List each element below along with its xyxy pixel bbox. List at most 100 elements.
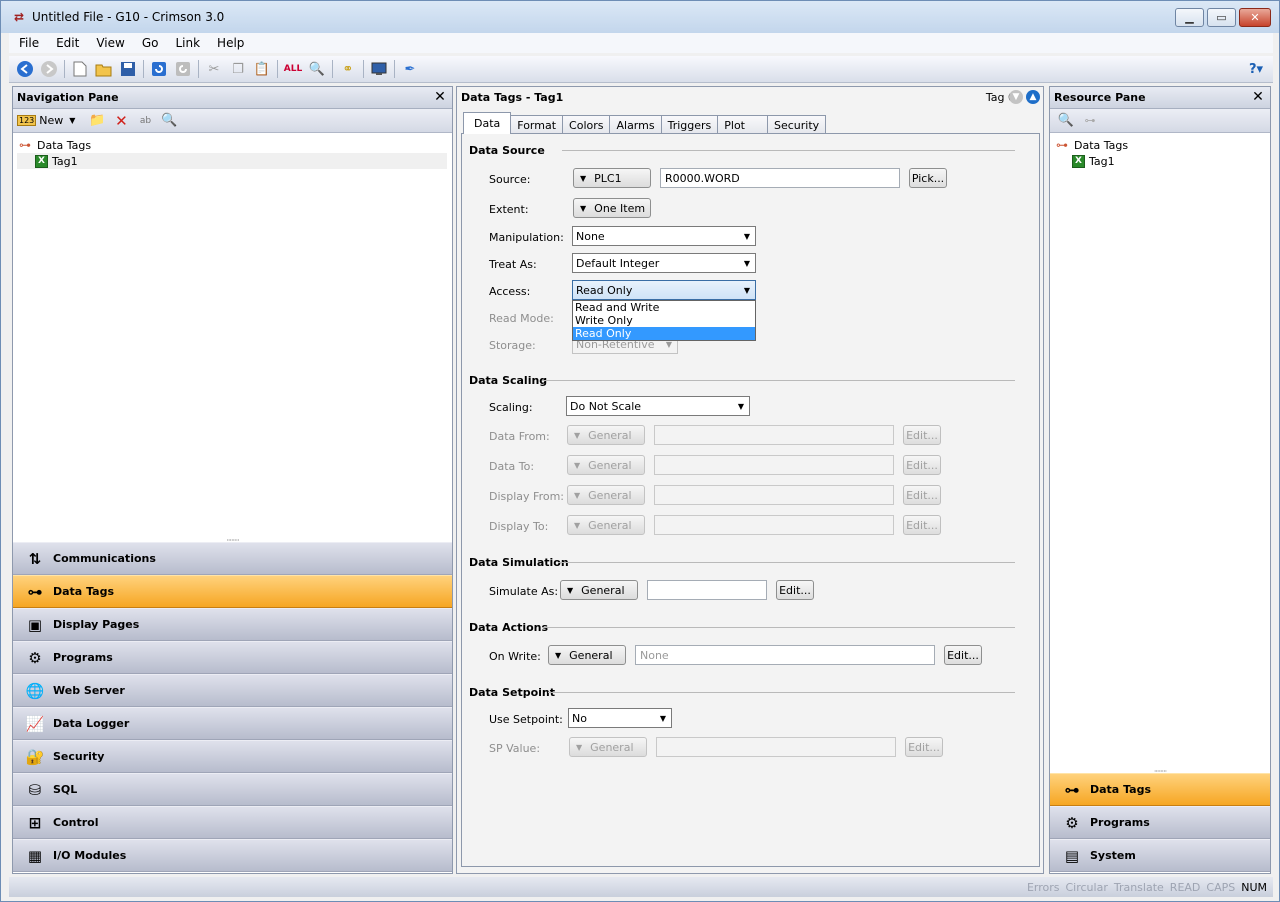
tree-item-data-tags[interactable]: ⊶ Data Tags bbox=[1054, 137, 1128, 153]
tab-data[interactable]: Data bbox=[463, 112, 512, 134]
data-from-field[interactable] bbox=[654, 425, 894, 445]
sp-value-type-button[interactable]: ▼ General bbox=[569, 737, 647, 757]
data-from-type-button[interactable]: ▼ General bbox=[567, 425, 645, 445]
chevron-down-icon: ▼ bbox=[743, 285, 751, 295]
treat-as-select[interactable]: Default Integer ▼ bbox=[572, 253, 756, 273]
access-option-read-write[interactable]: Read and Write bbox=[573, 301, 755, 314]
display-from-type-button[interactable]: ▼ General bbox=[567, 485, 645, 505]
simulate-as-field[interactable] bbox=[647, 580, 767, 600]
tree-item-tag1[interactable]: X Tag1 bbox=[17, 153, 447, 169]
menu-link[interactable]: Link bbox=[165, 36, 207, 50]
data-from-edit-button[interactable]: Edit... bbox=[903, 425, 941, 445]
category-programs[interactable]: ⚙ Programs bbox=[13, 641, 452, 674]
maximize-button[interactable]: ▭ bbox=[1207, 8, 1236, 27]
sp-value-edit-button[interactable]: Edit... bbox=[905, 737, 943, 757]
new-tag-icon: 123 bbox=[17, 115, 37, 126]
paste-icon[interactable]: 📋 bbox=[251, 58, 273, 80]
tab-colors[interactable]: Colors bbox=[562, 115, 611, 134]
link-icon[interactable]: ⚭ bbox=[337, 58, 359, 80]
category-data-tags[interactable]: ⊶ Data Tags bbox=[13, 575, 452, 608]
back-icon[interactable] bbox=[14, 58, 36, 80]
on-write-field[interactable]: None bbox=[635, 645, 935, 665]
find-icon[interactable]: 🔍 bbox=[306, 58, 328, 80]
access-dropdown-list: Read and Write Write Only Read Only bbox=[572, 300, 756, 341]
tab-format[interactable]: Format bbox=[510, 115, 564, 134]
close-window-button[interactable]: ✕ bbox=[1239, 8, 1271, 27]
menu-help[interactable]: Help bbox=[207, 36, 251, 50]
previous-tag-icon[interactable]: ▼ bbox=[1009, 90, 1023, 104]
search-icon[interactable]: 🔍 bbox=[1055, 110, 1077, 132]
cut-icon[interactable]: ✂ bbox=[203, 58, 225, 80]
simulate-edit-button[interactable]: Edit... bbox=[776, 580, 814, 600]
new-button[interactable]: 123 New ▼ bbox=[17, 114, 75, 127]
display-icon[interactable] bbox=[368, 58, 390, 80]
category-display-pages[interactable]: ▣ Display Pages bbox=[13, 608, 452, 641]
display-to-type-button[interactable]: ▼ General bbox=[567, 515, 645, 535]
category-sql[interactable]: ⛁ SQL bbox=[13, 773, 452, 806]
category-security[interactable]: 🔐 Security bbox=[13, 740, 452, 773]
tree-item-data-tags[interactable]: ⊶ Data Tags bbox=[17, 137, 447, 153]
simulate-as-button[interactable]: ▼ General bbox=[560, 580, 638, 600]
category-programs[interactable]: ⚙ Programs bbox=[1050, 806, 1270, 839]
category-communications[interactable]: ⇅ Communications bbox=[13, 542, 452, 575]
tab-alarms[interactable]: Alarms bbox=[609, 115, 662, 134]
close-icon[interactable]: ✕ bbox=[1250, 89, 1266, 105]
menu-file[interactable]: File bbox=[9, 36, 46, 50]
manipulation-select[interactable]: None ▼ bbox=[572, 226, 756, 246]
forward-icon[interactable] bbox=[38, 58, 60, 80]
display-from-field[interactable] bbox=[654, 485, 894, 505]
source-address-field[interactable]: R0000.WORD bbox=[660, 168, 900, 188]
category-label: Programs bbox=[1090, 816, 1150, 829]
display-to-edit-button[interactable]: Edit... bbox=[903, 515, 941, 535]
data-to-field[interactable] bbox=[654, 455, 894, 475]
open-file-icon[interactable] bbox=[93, 58, 115, 80]
scaling-select[interactable]: Do Not Scale ▼ bbox=[566, 396, 750, 416]
minimize-button[interactable]: ▁ bbox=[1175, 8, 1204, 27]
menu-view[interactable]: View bbox=[86, 36, 131, 50]
select-all-icon[interactable]: ALL bbox=[282, 58, 304, 80]
access-option-read-only[interactable]: Read Only bbox=[573, 327, 755, 340]
save-icon[interactable] bbox=[117, 58, 139, 80]
help-icon[interactable]: ?▾ bbox=[1243, 59, 1269, 79]
tree-view-icon[interactable]: ⊶ bbox=[1079, 110, 1101, 132]
next-tag-icon[interactable]: ▲ bbox=[1026, 90, 1040, 104]
redo-icon[interactable] bbox=[172, 58, 194, 80]
category-i-o-modules[interactable]: ▦ I/O Modules bbox=[13, 839, 452, 872]
menu-edit[interactable]: Edit bbox=[46, 36, 86, 50]
extent-button[interactable]: ▼ One Item bbox=[573, 198, 651, 218]
tree-item-tag1[interactable]: X Tag1 bbox=[1054, 153, 1128, 169]
tab-triggers[interactable]: Triggers bbox=[660, 115, 719, 134]
category-data-tags[interactable]: ⊶ Data Tags bbox=[1050, 773, 1270, 806]
search-icon[interactable]: 🔍 bbox=[158, 110, 180, 132]
close-icon[interactable]: ✕ bbox=[432, 89, 448, 105]
wizard-icon[interactable]: ✒ bbox=[399, 58, 421, 80]
section-divider bbox=[558, 562, 1015, 563]
tab-security[interactable]: Security bbox=[767, 115, 827, 134]
pick-button[interactable]: Pick... bbox=[909, 168, 947, 188]
data-to-edit-button[interactable]: Edit... bbox=[903, 455, 941, 475]
access-option-write-only[interactable]: Write Only bbox=[573, 314, 755, 327]
copy-icon[interactable]: ❐ bbox=[227, 58, 249, 80]
access-select[interactable]: Read Only ▼ bbox=[572, 280, 756, 300]
display-to-field[interactable] bbox=[654, 515, 894, 535]
on-write-type-button[interactable]: ▼ General bbox=[548, 645, 626, 665]
display-from-edit-button[interactable]: Edit... bbox=[903, 485, 941, 505]
on-write-edit-button[interactable]: Edit... bbox=[944, 645, 982, 665]
delete-icon[interactable]: ✕ bbox=[110, 110, 132, 132]
sp-value-field[interactable] bbox=[656, 737, 896, 757]
rename-icon[interactable]: ab bbox=[134, 110, 156, 132]
category-data-logger[interactable]: 📈 Data Logger bbox=[13, 707, 452, 740]
add-folder-icon[interactable]: 📁 bbox=[86, 110, 108, 132]
use-setpoint-select[interactable]: No ▼ bbox=[568, 708, 672, 728]
new-file-icon[interactable] bbox=[69, 58, 91, 80]
category-system[interactable]: ▤ System bbox=[1050, 839, 1270, 872]
data-to-type-button[interactable]: ▼ General bbox=[567, 455, 645, 475]
source-device-button[interactable]: ▼ PLC1 bbox=[573, 168, 651, 188]
menu-go[interactable]: Go bbox=[132, 36, 166, 50]
undo-icon[interactable] bbox=[148, 58, 170, 80]
tab-plot[interactable]: Plot bbox=[717, 115, 768, 134]
chevron-down-icon: ▼ bbox=[737, 401, 745, 411]
sp-value-label: SP Value: bbox=[489, 742, 541, 755]
category-web-server[interactable]: 🌐 Web Server bbox=[13, 674, 452, 707]
category-control[interactable]: ⊞ Control bbox=[13, 806, 452, 839]
